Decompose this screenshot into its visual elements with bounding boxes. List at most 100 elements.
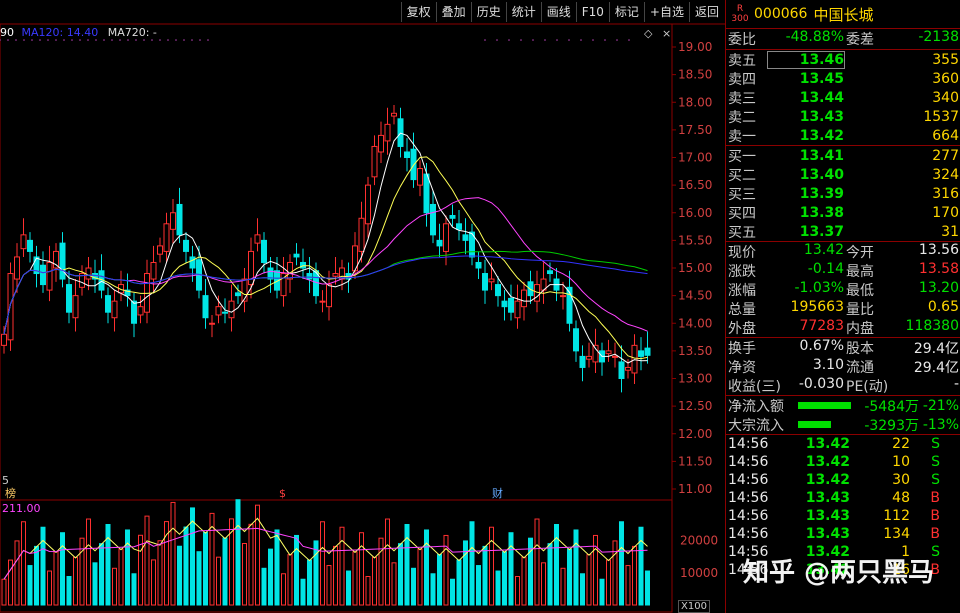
volume-bar <box>333 545 338 606</box>
candle-body <box>170 212 176 230</box>
top-marker <box>0 39 1 41</box>
flow-bar <box>798 421 831 428</box>
price-tick-label: 17.00 <box>678 151 712 165</box>
kline-chart[interactable]: ◇ × 19.00 18.50 18.00 17.50 17.00 16.50 16.00 15.… <box>0 0 725 613</box>
ma10-line <box>3 156 648 360</box>
top-marker <box>532 39 534 41</box>
tick-qty: 48 <box>892 490 910 506</box>
top-marker <box>167 39 169 41</box>
stock-name: 中国长城 <box>813 5 874 24</box>
volume-bar <box>86 518 91 606</box>
stat-label: 最低 <box>846 282 874 299</box>
tick-flag: B <box>930 526 940 542</box>
tick-row[interactable]: 14:56 13.43 134 B <box>726 525 960 543</box>
fundamental-label: 流通 <box>846 359 874 376</box>
tick-price: 13.42 <box>805 472 850 488</box>
candle-body <box>586 355 592 360</box>
top-marker <box>55 39 57 41</box>
tick-flag: B <box>930 508 940 524</box>
fundamental-label: 收益(三) <box>728 378 781 395</box>
tick-row[interactable]: 14:56 13.43 112 B <box>726 507 960 525</box>
volume-bar <box>619 521 624 606</box>
volume-bar <box>482 545 488 606</box>
buy-label: 买五 <box>728 224 756 241</box>
stat-row: 外盘 77283 内盘 118380 <box>726 318 960 337</box>
flow-bar <box>798 402 851 409</box>
tick-row[interactable]: 14:56 13.42 22 S <box>726 435 960 453</box>
volume-bar <box>372 556 377 606</box>
toolbar-button-2[interactable]: 历史 <box>470 2 506 22</box>
buy-label: 买二 <box>728 167 756 184</box>
diamond-icon[interactable]: ◇ <box>644 27 653 40</box>
buy-label: 买三 <box>728 186 756 203</box>
candle-body <box>410 148 417 181</box>
volume-tick-label: 20000 <box>680 534 718 548</box>
close-icon[interactable]: × <box>662 27 671 40</box>
event-marker[interactable]: 财 <box>492 486 503 500</box>
candle-body <box>72 295 79 319</box>
volume-bar <box>99 543 104 606</box>
toolbar-button-4[interactable]: 画线 <box>540 2 576 22</box>
price-tick-label: 17.50 <box>678 123 712 137</box>
fundamental-value: - <box>953 375 959 392</box>
sell-row[interactable]: 卖一 13.42 664 <box>726 126 960 145</box>
candle-body <box>456 223 462 230</box>
sell-price: 13.43 <box>799 108 844 125</box>
tick-row[interactable]: 14:56 13.42 10 S <box>726 453 960 471</box>
volume-bar <box>261 567 267 606</box>
sell-row[interactable]: 卖五 13.46 355 <box>726 50 960 69</box>
sell-volume: 664 <box>932 127 959 144</box>
tick-row[interactable]: 14:56 13.43 48 B <box>726 489 960 507</box>
tick-row[interactable]: 14:56 13.42 30 S <box>726 471 960 489</box>
sell-label: 卖三 <box>728 90 756 107</box>
buy-row[interactable]: 买四 13.38 170 <box>726 203 960 222</box>
candle-body <box>404 151 410 159</box>
stat-value: 13.20 <box>918 279 959 296</box>
top-marker <box>496 39 498 41</box>
toolbar-button-0[interactable]: 复权 <box>400 2 436 22</box>
candle-body <box>638 350 644 357</box>
buy-label: 买四 <box>728 205 756 222</box>
toolbar-button-8[interactable]: 返回 <box>688 2 724 22</box>
volume-bar <box>21 521 26 606</box>
candle-body <box>85 267 92 280</box>
toolbar-button-3[interactable]: 统计 <box>505 2 541 22</box>
top-marker <box>87 39 89 41</box>
volume-bar <box>274 529 280 606</box>
sell-row[interactable]: 卖三 13.44 340 <box>726 88 960 107</box>
toolbar-button-6[interactable]: 标记 <box>608 2 644 22</box>
fundamental-value: -0.030 <box>798 375 844 392</box>
fundamental-row: 换手 0.67% 股本 29.4亿 <box>726 338 960 357</box>
toolbar-button-1[interactable]: 叠加 <box>435 2 471 22</box>
fundamental-label: PE(动) <box>846 378 889 395</box>
toolbar-button-5[interactable]: F10 <box>575 2 609 22</box>
candle-body <box>7 273 14 341</box>
volume-bar <box>268 548 273 606</box>
buy-row[interactable]: 买二 13.40 324 <box>726 165 960 184</box>
price-tick-label: 16.50 <box>678 178 712 192</box>
candle-body <box>235 292 241 297</box>
candle-body <box>514 300 521 319</box>
buy-row[interactable]: 买五 13.37 31 <box>726 222 960 241</box>
stat-value: -0.14 <box>807 260 844 277</box>
tick-qty: 30 <box>892 472 910 488</box>
volume-ma-label: 211.00 <box>2 502 41 515</box>
event-marker[interactable]: 榜 <box>5 486 16 500</box>
weibi-label: 委比 <box>728 32 756 48</box>
buy-row[interactable]: 买三 13.39 316 <box>726 184 960 203</box>
sell-row[interactable]: 卖二 13.43 1537 <box>726 107 960 126</box>
toolbar-button-7[interactable]: +自选 <box>643 2 689 22</box>
buy-row[interactable]: 买一 13.41 277 <box>726 146 960 165</box>
price-tick-label: 16.00 <box>678 206 712 220</box>
watermark: 知乎 @两只黑马 <box>742 558 934 588</box>
volume-bar <box>534 518 540 606</box>
flow-row: 净流入额 -5484万 -21% <box>726 396 960 415</box>
volume-bar <box>385 518 390 606</box>
sell-row[interactable]: 卖四 13.45 360 <box>726 69 960 88</box>
event-marker[interactable]: $ <box>279 487 286 500</box>
top-marker <box>71 39 73 41</box>
tick-price: 13.43 <box>805 490 850 506</box>
ma-legend-prefix: 90 <box>0 26 14 39</box>
quote-panel: R 300 000066 中国长城 委比 -48.88% 委差 -2138 卖五… <box>725 0 960 613</box>
candle-body <box>150 261 157 280</box>
